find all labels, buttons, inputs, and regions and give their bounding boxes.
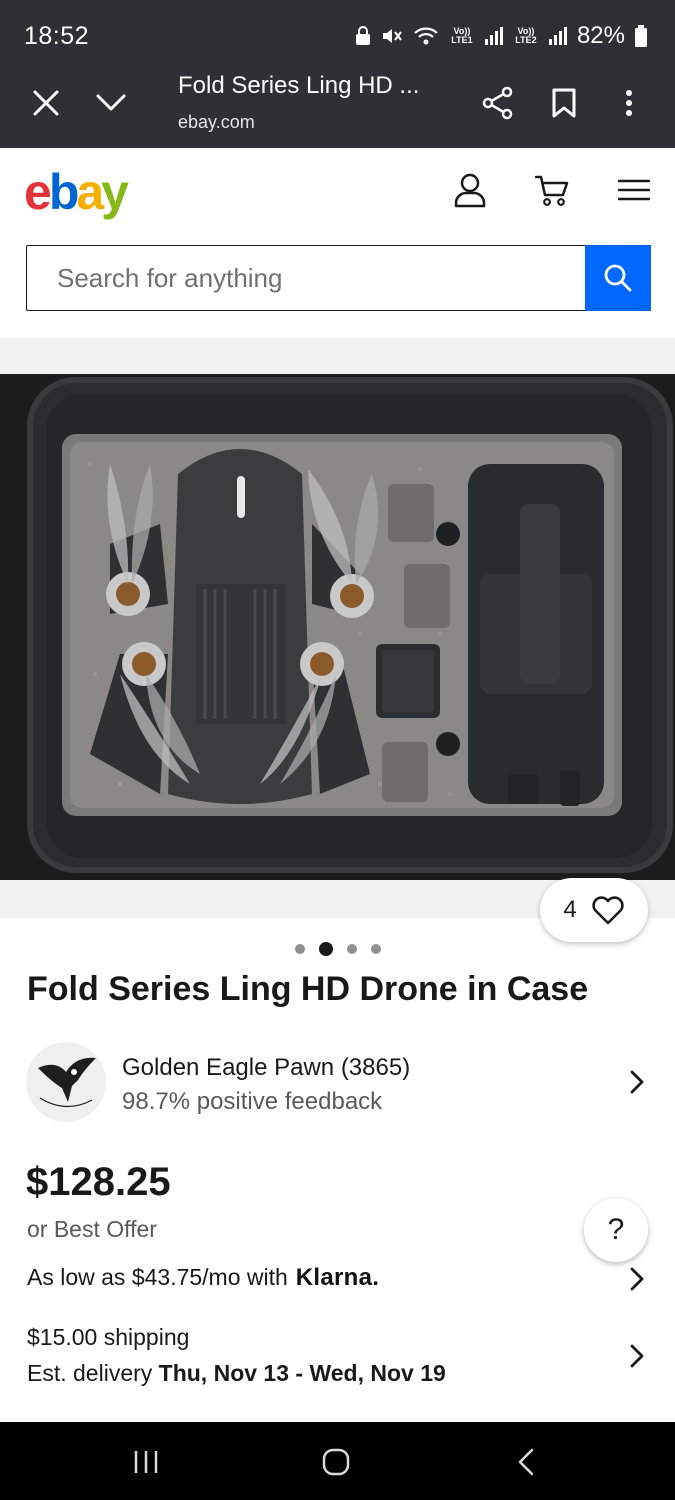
page-url: ebay.com: [178, 112, 255, 132]
share-button[interactable]: [475, 80, 521, 126]
carousel-dot[interactable]: [371, 944, 381, 954]
status-time: 18:52: [24, 22, 90, 50]
wifi-icon: [413, 26, 439, 46]
watch-count: 4: [563, 896, 577, 923]
user-icon: [454, 173, 486, 208]
more-vertical-icon: [626, 90, 632, 116]
search-input[interactable]: [27, 246, 586, 310]
item-price: $128.25: [26, 1160, 171, 1204]
search-field[interactable]: [26, 245, 586, 311]
seller-feedback: 98.7% positive feedback: [122, 1088, 383, 1115]
mute-icon: [381, 26, 403, 46]
delivery-dates: Thu, Nov 13 - Wed, Nov 19: [158, 1360, 446, 1386]
site-header: ebay: [0, 148, 675, 338]
home-button[interactable]: [316, 1442, 356, 1482]
bookmark-icon: [552, 88, 576, 118]
system-navigation-bar: [0, 1422, 675, 1500]
logo-letter-a: a: [76, 164, 104, 220]
signal-icon-2: [548, 27, 567, 45]
cart-icon: [534, 175, 569, 206]
klarna-financing-row[interactable]: As low as $43.75/mo with Klarna.: [27, 1264, 379, 1292]
back-button[interactable]: [506, 1442, 546, 1482]
network-lte2: Vo)) LTE2: [515, 26, 537, 45]
best-offer-label: or Best Offer: [27, 1216, 157, 1242]
product-image[interactable]: [0, 374, 675, 880]
back-icon: [518, 1448, 534, 1476]
shipping-cost: $15.00 shipping: [27, 1324, 190, 1350]
page-title: Fold Series Ling HD ...: [178, 72, 420, 99]
status-icons: Vo)) LTE1 Vo)) LTE2 82%: [355, 22, 647, 50]
recent-apps-button[interactable]: [126, 1442, 166, 1482]
seller-chevron[interactable]: [622, 1067, 652, 1097]
shipping-chevron[interactable]: [622, 1341, 652, 1371]
search-icon: [604, 264, 632, 292]
chevron-right-icon: [630, 1344, 644, 1368]
carousel-dot[interactable]: [347, 944, 357, 954]
help-button[interactable]: ?: [584, 1198, 648, 1262]
share-icon: [482, 86, 513, 120]
lock-icon: [355, 26, 371, 46]
klarna-logo: Klarna.: [295, 1264, 380, 1291]
chevron-down-icon: [96, 94, 126, 111]
seller-avatar[interactable]: [26, 1042, 106, 1122]
logo-letter-b: b: [48, 164, 79, 220]
klarna-text: As low as $43.75/mo with: [27, 1264, 288, 1290]
carousel-dot[interactable]: [295, 944, 305, 954]
account-button[interactable]: [448, 168, 492, 212]
delivery-estimate: Est. delivery Thu, Nov 13 - Wed, Nov 19: [27, 1360, 446, 1387]
carousel-dot[interactable]: [319, 942, 333, 956]
logo-letter-y: y: [101, 164, 129, 220]
browser-toolbar: Fold Series Ling HD ... ebay.com: [0, 62, 675, 148]
logo-letter-e: e: [24, 164, 52, 220]
heart-icon: [591, 896, 624, 925]
section-divider: [0, 338, 675, 374]
close-tab-button[interactable]: [23, 80, 69, 126]
chevron-right-icon: [630, 1267, 644, 1291]
hamburger-menu-icon: [618, 179, 650, 201]
seller-info-row[interactable]: Golden Eagle Pawn (3865) 98.7% positive …: [0, 1038, 675, 1126]
eagle-logo-icon: [26, 1042, 106, 1122]
klarna-chevron[interactable]: [622, 1264, 652, 1294]
search-button[interactable]: [585, 245, 651, 311]
item-title: Fold Series Ling HD Drone in Case: [27, 970, 589, 1008]
home-icon: [322, 1448, 350, 1476]
menu-button[interactable]: [612, 168, 656, 212]
delivery-prefix: Est. delivery: [27, 1360, 153, 1386]
seller-name[interactable]: Golden Eagle Pawn (3865): [122, 1054, 410, 1082]
battery-icon: [635, 25, 647, 47]
minimize-tab-button[interactable]: [88, 80, 134, 126]
more-options-button[interactable]: [606, 80, 652, 126]
image-carousel-indicator[interactable]: [295, 942, 381, 956]
ebay-logo[interactable]: ebay: [24, 162, 129, 222]
close-icon: [33, 90, 59, 116]
bookmark-button[interactable]: [541, 80, 587, 126]
status-bar: 18:52 Vo)) LTE1 Vo)) LTE2 82%: [0, 0, 675, 62]
watch-button[interactable]: 4: [540, 878, 648, 942]
cart-button[interactable]: [530, 168, 574, 212]
drone-case-photo: [0, 374, 675, 880]
recent-apps-icon: [134, 1451, 158, 1473]
chevron-right-icon: [630, 1070, 644, 1094]
question-mark-icon: ?: [607, 1213, 625, 1246]
signal-icon: [484, 27, 503, 45]
battery-percent: 82%: [576, 22, 625, 49]
network-lte1: Vo)) LTE1: [451, 26, 473, 45]
